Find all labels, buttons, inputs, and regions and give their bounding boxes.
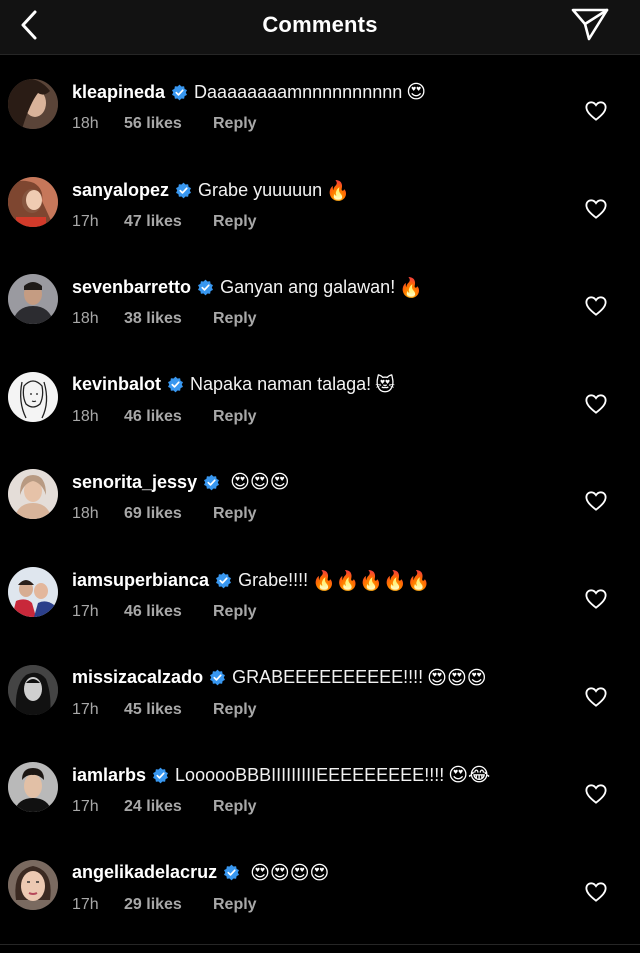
top-nav-bar: Comments [0,0,640,55]
comment-row: sevenbarretto Ganyan ang galawan! 🔥 18h … [0,250,640,348]
comment-row: iamlarbs LoooooBBBIIIIIIIIIEEEEEEEEE!!!!… [0,738,640,836]
comment-row: kleapineda Daaaaaaaamnnnnnnnnnn 😍 18h 56… [0,55,640,153]
comment-emojis: 🔥🔥🔥🔥🔥 [312,569,431,592]
reply-button[interactable]: Reply [213,310,257,328]
reply-button[interactable]: Reply [213,505,257,523]
heart-outline-icon[interactable] [585,393,607,415]
share-button[interactable] [570,6,610,42]
comment-username[interactable]: missizacalzado [72,667,203,688]
verified-badge-icon [198,279,214,296]
comment-emojis: 🔥 [326,179,350,202]
comment-time: 17h [72,895,99,913]
comment-text: Grabe yuuuuun [198,179,323,200]
reply-button[interactable]: Reply [213,408,257,426]
comment-username[interactable]: sevenbarretto [72,277,191,298]
verified-badge-icon [172,84,188,100]
comment-row: sanyalopez Grabe yuuuuun 🔥 17h 47 likes … [0,153,640,251]
heart-outline-icon[interactable] [585,783,607,805]
avatar[interactable] [8,274,58,325]
comment-username[interactable]: iamsuperbianca [72,570,209,591]
paper-plane-icon [571,8,609,41]
comment-text: GRABEEEEEEEEEE!!!! [232,667,424,688]
avatar[interactable] [8,859,58,910]
avatar[interactable] [8,371,58,422]
avatar[interactable] [8,762,58,813]
avatar[interactable] [8,566,58,617]
verified-badge-icon [210,669,226,686]
comment-row: angelikadelacruz 😍😍😍😍 17h 29 likes Reply [0,836,640,934]
comment-likes[interactable]: 29 likes [124,896,213,914]
verified-badge-icon [168,376,184,393]
comment-time: 17h [72,602,99,620]
comment-likes[interactable]: 56 likes [124,115,213,133]
comment-text: Ganyan ang galawan! [220,277,396,298]
reply-button[interactable]: Reply [213,115,257,133]
verified-badge-icon [176,182,192,198]
comment-likes[interactable]: 24 likes [124,798,213,816]
comment-time: 18h [72,407,99,425]
comment-row: iamsuperbianca Grabe!!!! 🔥🔥🔥🔥🔥 17h 46 li… [0,543,640,641]
heart-outline-icon[interactable] [585,588,607,610]
comment-time: 17h [72,798,99,816]
reply-button[interactable]: Reply [213,701,257,719]
divider [0,944,640,945]
verified-badge-icon [153,767,169,783]
avatar[interactable] [8,79,58,129]
comment-likes[interactable]: 45 likes [124,701,213,719]
comment-emojis: 😻 [375,373,395,396]
comment-emojis: 😍😍😍😍 [250,861,330,884]
heart-outline-icon[interactable] [585,490,607,512]
avatar[interactable] [8,469,58,520]
comment-time: 18h [72,115,99,132]
reply-button[interactable]: Reply [213,213,257,231]
comment-emojis: 😍😍😍 [230,471,290,494]
comment-emojis: 🔥 [399,277,423,300]
comment-username[interactable]: senorita_jessy [72,472,197,493]
comment-username[interactable]: kleapineda [72,82,165,103]
comment-likes[interactable]: 47 likes [124,213,213,231]
comment-likes[interactable]: 69 likes [124,505,213,523]
verified-badge-icon [204,474,220,491]
comment-emojis: 😍😂 [448,764,491,787]
comment-username[interactable]: iamlarbs [72,765,146,786]
verified-badge-icon [216,572,232,589]
heart-outline-icon[interactable] [585,295,607,317]
reply-button[interactable]: Reply [213,896,257,914]
heart-outline-icon[interactable] [585,881,607,903]
comment-time: 17h [72,700,99,718]
comment-time: 18h [72,505,99,523]
comment-text: Grabe!!!! [238,569,309,590]
comment-text: LoooooBBBIIIIIIIIIEEEEEEEEE!!!! [175,764,445,785]
heart-outline-icon[interactable] [585,100,607,122]
comment-username[interactable]: angelikadelacruz [72,862,217,883]
heart-outline-icon[interactable] [585,686,607,708]
comment-text: Napaka naman talaga! [190,374,372,395]
comment-username[interactable]: sanyalopez [72,180,169,201]
reply-button[interactable]: Reply [213,798,257,816]
comment-text: Daaaaaaaamnnnnnnnnnn [194,81,403,102]
comment-likes[interactable]: 46 likes [124,603,213,621]
comment-likes[interactable]: 46 likes [124,408,213,426]
comment-username[interactable]: kevinbalot [72,374,161,395]
comment-list: kleapineda Daaaaaaaamnnnnnnnnnn 😍 18h 56… [0,55,640,933]
comment-emojis: 😍😍😍 [427,666,487,689]
comment-row: kevinbalot Napaka naman talaga! 😻 18h 46… [0,348,640,446]
reply-button[interactable]: Reply [213,603,257,621]
verified-badge-icon [224,864,240,881]
comment-time: 17h [72,212,99,230]
heart-outline-icon[interactable] [585,198,607,220]
page-title: Comments [262,12,378,37]
comment-time: 18h [72,310,99,328]
avatar[interactable] [8,176,58,227]
comment-likes[interactable]: 38 likes [124,310,213,328]
comment-row: senorita_jessy 😍😍😍 18h 69 likes Reply [0,445,640,543]
comment-row: missizacalzado GRABEEEEEEEEEE!!!! 😍😍😍 17… [0,641,640,739]
comment-emojis: 😍 [406,81,427,103]
avatar[interactable] [8,664,58,715]
